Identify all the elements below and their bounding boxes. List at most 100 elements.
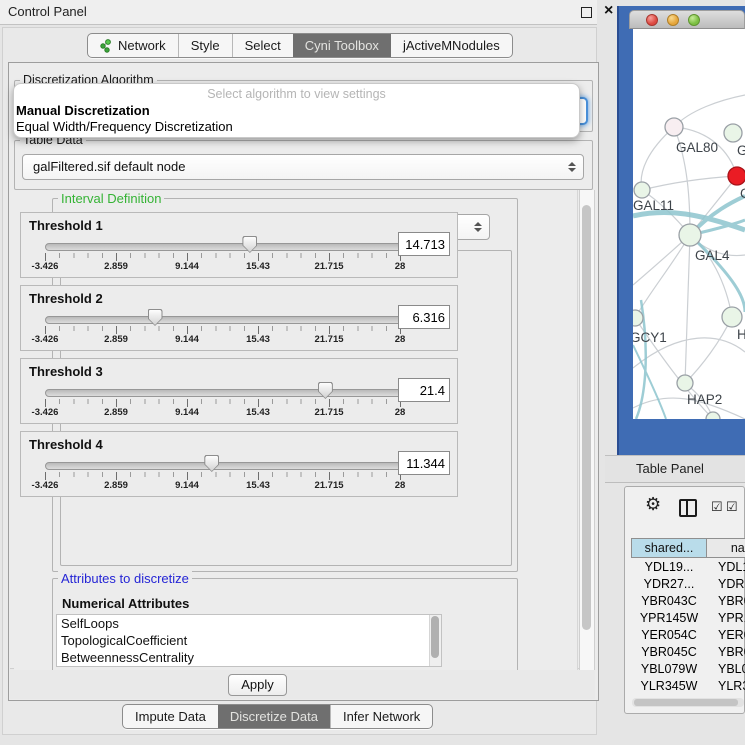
cell-shared-name[interactable]: YER054C: [631, 627, 707, 644]
network-node-label: HAP2: [687, 392, 722, 407]
tab-cyni-toolbox[interactable]: Cyni Toolbox: [293, 34, 391, 57]
network-node-label: GCY1: [633, 330, 667, 345]
tick-label: 15.43: [246, 407, 270, 418]
threshold-row: Threshold 2 -3.4262.8599.14415.4321.7152…: [20, 285, 458, 351]
columns-icon[interactable]: [679, 499, 697, 517]
table-rows[interactable]: YDL19...YDL1...YDR27...YDR2...YBR043CYBR…: [631, 559, 745, 693]
cell-shared-name[interactable]: YBL079W: [631, 661, 707, 678]
settings-scrollbar-thumb[interactable]: [582, 205, 591, 630]
threshold-slider-track[interactable]: [45, 462, 402, 470]
tick-label: 28: [395, 480, 406, 491]
column-header-name[interactable]: name: [707, 538, 745, 558]
network-node[interactable]: [665, 118, 683, 136]
algorithm-option-equal-width[interactable]: Equal Width/Frequency Discretization: [16, 119, 233, 134]
apply-strip: Apply: [10, 668, 595, 699]
cell-name[interactable]: YDL1...: [707, 559, 745, 576]
tick-label: 21.715: [314, 407, 343, 418]
cell-name[interactable]: YBR0...: [707, 644, 745, 661]
table-hscrollbar-thumb[interactable]: [634, 699, 738, 706]
table-hscrollbar[interactable]: [632, 698, 744, 707]
tick-label: 2.859: [104, 480, 128, 491]
mac-zoom-icon[interactable]: [688, 14, 700, 26]
column-header-shared-name[interactable]: shared...: [631, 538, 707, 558]
threshold-value-field[interactable]: 6.316: [398, 305, 450, 329]
table-panel-title: Table Panel: [636, 461, 704, 476]
tab-infer-network[interactable]: Infer Network: [330, 705, 432, 728]
mac-close-icon[interactable]: [646, 14, 658, 26]
table-row[interactable]: YLR345WYLR3...: [631, 678, 745, 693]
tick-label: 9.144: [175, 480, 199, 491]
cell-shared-name[interactable]: YDR27...: [631, 576, 707, 593]
attribute-items: SelfLoopsTopologicalCoefficientBetweenne…: [57, 615, 441, 666]
network-node[interactable]: [724, 124, 742, 142]
tab-select[interactable]: Select: [232, 34, 293, 57]
table-row[interactable]: YBR045CYBR0...: [631, 644, 745, 661]
tick-label: 28: [395, 261, 406, 272]
tab-network-label: Network: [118, 34, 166, 57]
attributes-scrollbar-thumb[interactable]: [431, 616, 439, 658]
threshold-label: Threshold 4: [29, 437, 103, 452]
attributes-scrollbar[interactable]: [429, 615, 441, 666]
cell-name[interactable]: YPR1...: [707, 610, 745, 627]
tick-label: 21.715: [314, 480, 343, 491]
network-node[interactable]: [722, 307, 742, 327]
table-row[interactable]: YER054CYER0...: [631, 627, 745, 644]
cell-name[interactable]: YDR2...: [707, 576, 745, 593]
attribute-item[interactable]: BetweennessCentrality: [57, 649, 441, 666]
tick-label: 15.43: [246, 480, 270, 491]
network-node[interactable]: [634, 182, 650, 198]
checkbox-icon[interactable]: ☑: [726, 500, 738, 513]
attribute-item[interactable]: SelfLoops: [57, 615, 441, 632]
close-icon[interactable]: ×: [604, 2, 613, 20]
tab-style[interactable]: Style: [178, 34, 232, 57]
cell-shared-name[interactable]: YDL19...: [631, 559, 707, 576]
gear-icon[interactable]: ⚙: [645, 495, 661, 513]
attribute-item[interactable]: TopologicalCoefficient: [57, 632, 441, 649]
threshold-value-field[interactable]: 11.344: [398, 451, 450, 475]
tick-label: -3.426: [32, 261, 59, 272]
network-node[interactable]: [679, 224, 701, 246]
tick-label: 21.715: [314, 334, 343, 345]
cell-shared-name[interactable]: YLR345W: [631, 678, 707, 693]
checkbox-icon[interactable]: ☑: [711, 500, 723, 513]
network-window-titlebar[interactable]: [629, 10, 745, 29]
network-node[interactable]: [728, 167, 745, 185]
tab-discretize-data[interactable]: Discretize Data: [218, 705, 330, 728]
cell-name[interactable]: YBR0...: [707, 593, 745, 610]
table-row[interactable]: YPR145WYPR1...: [631, 610, 745, 627]
network-canvas: GAL80GACGAL11GAL4GCY1HHAP2: [633, 29, 745, 419]
threshold-slider-track[interactable]: [45, 243, 402, 251]
settings-viewport: Interval Definition Number of Intervals …: [14, 190, 578, 670]
cell-shared-name[interactable]: YBR045C: [631, 644, 707, 661]
tab-jactivemnodules[interactable]: jActiveMNodules: [391, 34, 512, 57]
table-row[interactable]: YBL079WYBL0...: [631, 661, 745, 678]
table-data-combo[interactable]: galFiltered.sif default node: [22, 154, 584, 180]
numerical-attributes-list[interactable]: SelfLoopsTopologicalCoefficientBetweenne…: [56, 614, 442, 667]
threshold-slider-track[interactable]: [45, 389, 402, 397]
network-view[interactable]: GAL80GACGAL11GAL4GCY1HHAP2: [633, 29, 745, 419]
cell-name[interactable]: YER0...: [707, 627, 745, 644]
network-node[interactable]: [633, 310, 643, 326]
tick-label: -3.426: [32, 334, 59, 345]
network-node[interactable]: [677, 375, 693, 391]
table-row[interactable]: YDR27...YDR2...: [631, 576, 745, 593]
table-row[interactable]: YDL19...YDL1...: [631, 559, 745, 576]
apply-button[interactable]: Apply: [228, 674, 287, 696]
float-window-icon[interactable]: [581, 7, 592, 18]
combo-stepper-icon: [568, 162, 576, 172]
threshold-slider-track[interactable]: [45, 316, 402, 324]
threshold-value-field[interactable]: 14.713: [398, 232, 450, 256]
cell-name[interactable]: YBL0...: [707, 661, 745, 678]
tab-impute-data[interactable]: Impute Data: [123, 705, 218, 728]
tab-network[interactable]: Network: [88, 34, 178, 57]
cell-name[interactable]: YLR3...: [707, 678, 745, 693]
threshold-label: Threshold 2: [29, 291, 103, 306]
threshold-value-field[interactable]: 21.4: [398, 378, 450, 402]
mac-minimize-icon[interactable]: [667, 14, 679, 26]
cell-shared-name[interactable]: YBR043C: [631, 593, 707, 610]
settings-scrollbar[interactable]: [579, 190, 595, 670]
algorithm-option-manual[interactable]: Manual Discretization: [16, 103, 150, 118]
table-row[interactable]: YBR043CYBR0...: [631, 593, 745, 610]
slider-ticks: [45, 399, 401, 407]
cell-shared-name[interactable]: YPR145W: [631, 610, 707, 627]
